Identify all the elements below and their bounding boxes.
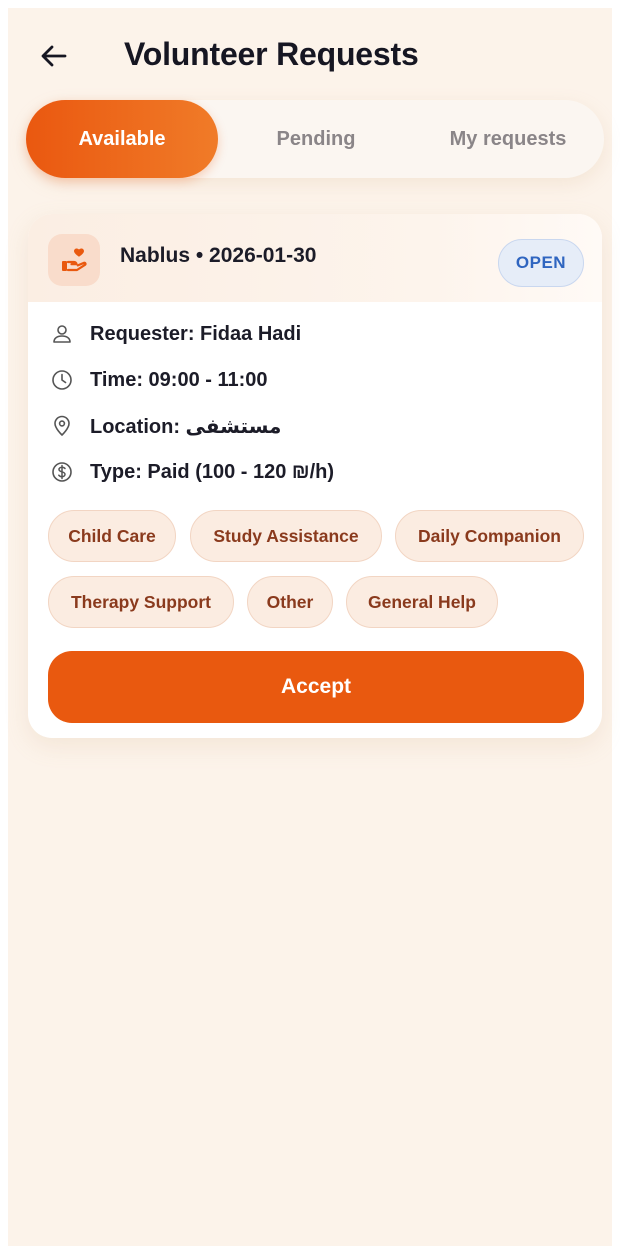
type-text: Type: Paid (100 - 120 ₪/h) xyxy=(90,460,335,483)
tag-chip: Child Care xyxy=(48,510,176,562)
requester-row: Requester: Fidaa Hadi xyxy=(50,319,301,349)
tag-chip: Study Assistance xyxy=(190,510,382,562)
card-header: Nablus • 2026-01-30 OPEN xyxy=(28,214,602,302)
screen: Volunteer Requests Available Pending My … xyxy=(8,8,612,1246)
tag-chip: Daily Companion xyxy=(395,510,584,562)
tab-my-requests[interactable]: My requests xyxy=(412,100,604,178)
user-icon xyxy=(50,322,74,346)
clock-icon xyxy=(50,368,74,392)
location-row: Location: مستشفى xyxy=(50,411,281,441)
request-card: Nablus • 2026-01-30 OPEN Requester: Fida… xyxy=(28,214,602,738)
back-button[interactable] xyxy=(34,36,74,76)
app-header: Volunteer Requests xyxy=(8,8,612,100)
accept-button[interactable]: Accept xyxy=(48,651,584,723)
dollar-circle-icon xyxy=(50,460,74,484)
hand-heart-icon xyxy=(48,234,100,286)
tab-available[interactable]: Available xyxy=(26,100,218,178)
status-badge: OPEN xyxy=(498,239,584,287)
tag-chip: Other xyxy=(247,576,333,628)
tab-bar: Available Pending My requests xyxy=(26,100,604,178)
map-pin-icon xyxy=(50,414,74,438)
location-text: Location: مستشفى xyxy=(90,415,282,438)
time-text: Time: 09:00 - 11:00 xyxy=(90,368,268,391)
arrow-left-icon xyxy=(41,45,67,67)
tag-chip: General Help xyxy=(346,576,498,628)
time-row: Time: 09:00 - 11:00 xyxy=(50,365,268,395)
tab-pending[interactable]: Pending xyxy=(220,100,412,178)
requester-text: Requester: Fidaa Hadi xyxy=(90,322,302,345)
request-title: Nablus • 2026-01-30 xyxy=(120,244,317,267)
type-row: Type: Paid (100 - 120 ₪/h) xyxy=(50,457,334,487)
tag-chip: Therapy Support xyxy=(48,576,234,628)
page-title: Volunteer Requests xyxy=(124,36,419,72)
